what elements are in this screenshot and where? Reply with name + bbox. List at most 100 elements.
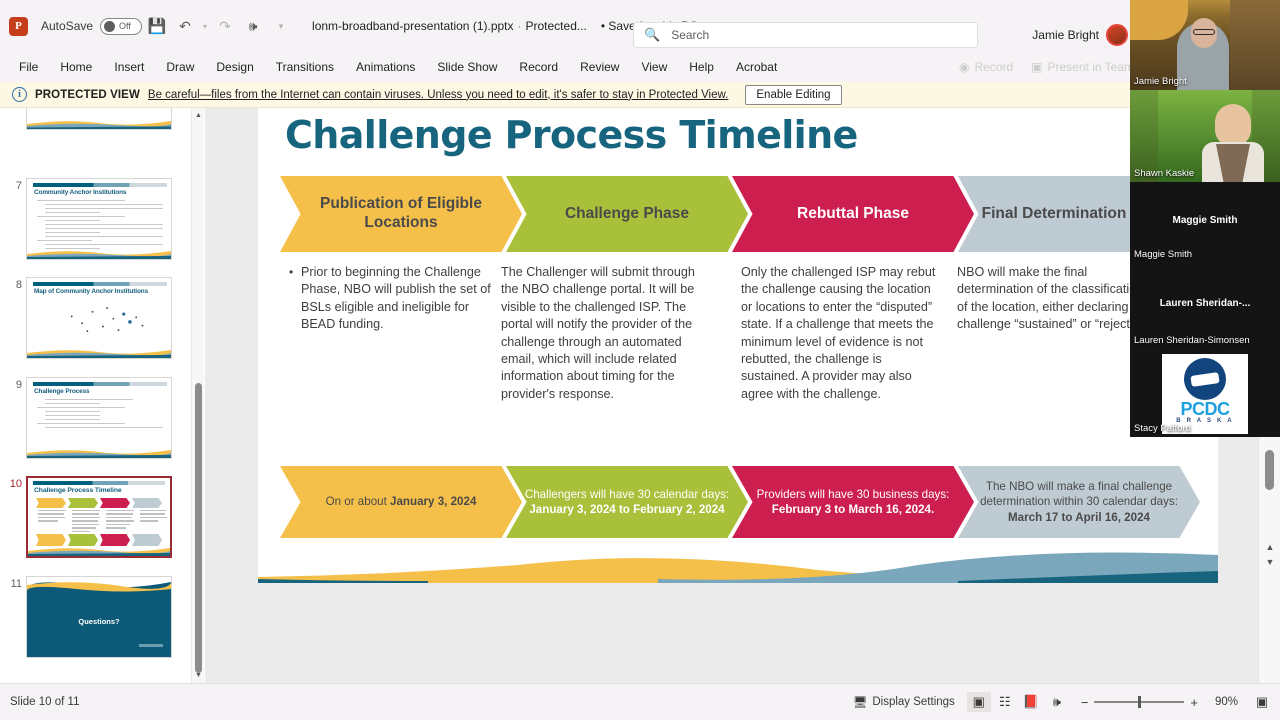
- display-settings-button[interactable]: 🖥 Display Settings: [853, 695, 955, 709]
- tab-review[interactable]: Review: [569, 52, 630, 82]
- thumb-number-10: 10: [9, 478, 22, 490]
- present-icon[interactable]: 🕪: [240, 13, 266, 39]
- tab-view[interactable]: View: [630, 52, 678, 82]
- tab-animations[interactable]: Animations: [345, 52, 426, 82]
- participant-name-stacy-pafford: Stacy Pafford: [1134, 423, 1191, 434]
- participant-center-name-maggie: Maggie Smith: [1172, 215, 1238, 226]
- list-item[interactable]: 9 Challenge Process: [0, 377, 172, 459]
- tab-acrobat[interactable]: Acrobat: [725, 52, 788, 82]
- participant-name-jamie-bright: Jamie Bright: [1134, 76, 1187, 87]
- participant-name-lauren-sheridan: Lauren Sheridan-Simonsen: [1134, 335, 1250, 346]
- fit-slide-icon[interactable]: ▣: [1250, 692, 1274, 712]
- next-slide-icon[interactable]: ▼: [1263, 557, 1277, 567]
- scrollbar-thumb[interactable]: [1265, 450, 1274, 490]
- date-chevron-1: On or about January 3, 2024: [280, 466, 522, 538]
- slide-thumbnail-10[interactable]: Challenge Process Timeline: [26, 476, 172, 558]
- thumb-body-col: [140, 510, 170, 524]
- ribbon-tabs: File Home Insert Draw Design Transitions…: [0, 52, 1280, 82]
- save-icon[interactable]: 💾: [144, 13, 170, 39]
- slide-counter[interactable]: Slide 10 of 11: [10, 696, 79, 708]
- present-in-teams-button[interactable]: ▣ Present in Teams: [1031, 60, 1140, 74]
- date-bold-3: February 3 to March 16, 2024.: [771, 503, 935, 516]
- slide-thumbnail-8[interactable]: Map of Community Anchor Institutions: [26, 277, 172, 359]
- normal-view-icon[interactable]: ▣: [966, 692, 991, 712]
- undo-dropdown-icon[interactable]: ▾: [200, 13, 210, 39]
- scroll-down-icon[interactable]: ▼: [195, 672, 202, 679]
- slide-sorter-icon[interactable]: ☷: [993, 692, 1017, 712]
- zoom-slider[interactable]: − +: [1081, 695, 1198, 710]
- thumb-body-col: [38, 510, 68, 524]
- thumb-number-7: 7: [15, 180, 22, 192]
- search-input[interactable]: 🔍 Search: [633, 22, 978, 48]
- redo-icon[interactable]: ↷: [212, 13, 238, 39]
- status-bar-right: 🖥 Display Settings ▣ ☷ 📕 🕪 − + 90% ▣: [853, 692, 1274, 712]
- tab-draw[interactable]: Draw: [155, 52, 205, 82]
- participant-tile-lauren-sheridan[interactable]: Lauren Sheridan-... Lauren Sheridan-Simo…: [1130, 267, 1280, 352]
- phase-label-3: Rebuttal Phase: [797, 204, 909, 222]
- zoom-knob[interactable]: [1138, 696, 1142, 709]
- participant-tile-stacy-pafford[interactable]: PCDC B R A S K A Stacy Pafford: [1130, 352, 1280, 437]
- scroll-up-icon[interactable]: ▲: [195, 112, 202, 119]
- thumb-number-8: 8: [15, 279, 22, 291]
- tab-design[interactable]: Design: [205, 52, 264, 82]
- phase-description-4-text: NBO will make the final determination of…: [957, 265, 1152, 332]
- slideshow-icon[interactable]: 🕪: [1045, 692, 1069, 712]
- slide-thumbnail-7[interactable]: Community Anchor Institutions: [26, 178, 172, 260]
- tab-insert[interactable]: Insert: [103, 52, 155, 82]
- current-slide[interactable]: Challenge Process Timeline Publication o…: [258, 108, 1218, 583]
- participant-tile-jamie-bright[interactable]: Jamie Bright: [1130, 0, 1280, 90]
- ribbon-right-actions: ◉ Record ▣ Present in Teams: [959, 52, 1140, 82]
- tab-slide-show[interactable]: Slide Show: [426, 52, 508, 82]
- thumb-map-graphic: [53, 298, 157, 344]
- slide-editing-area[interactable]: Challenge Process Timeline Publication o…: [205, 108, 1280, 683]
- date-label-2: Challengers will have 30 calendar days: …: [506, 487, 748, 518]
- list-item[interactable]: 8 Map of Community Anchor Institutions: [0, 277, 172, 359]
- list-item[interactable]: 10 Challenge Process Timeline: [0, 476, 172, 558]
- enable-editing-button[interactable]: Enable Editing: [745, 84, 842, 105]
- reading-view-icon[interactable]: 📕: [1019, 692, 1043, 712]
- slide-thumbnail-pane[interactable]: 7 Community Anchor Institutions 8 Map of…: [0, 108, 205, 683]
- tab-home[interactable]: Home: [49, 52, 103, 82]
- scrollbar-thumb[interactable]: [195, 383, 202, 673]
- zoom-in-button[interactable]: +: [1190, 695, 1198, 710]
- thumb-chevron-row-top: [36, 498, 162, 508]
- date-bold-2: January 3, 2024 to February 2, 2024: [529, 503, 725, 516]
- tab-help[interactable]: Help: [678, 52, 725, 82]
- tab-transitions[interactable]: Transitions: [265, 52, 345, 82]
- thumb-title-11: Questions?: [78, 617, 120, 626]
- thumb-wave: [28, 548, 170, 556]
- previous-slide-icon[interactable]: ▲: [1263, 542, 1277, 552]
- record-button[interactable]: ◉ Record: [959, 60, 1013, 74]
- avatar[interactable]: [1106, 24, 1128, 46]
- participant-tile-shawn-kaskie[interactable]: Shawn Kaskie: [1130, 90, 1280, 182]
- document-title[interactable]: lonm-broadband-presentation (1).pptx · Pro…: [312, 19, 587, 33]
- pcdc-logo-text: PCDC: [1180, 399, 1230, 419]
- account-area[interactable]: Jamie Bright: [1032, 24, 1128, 46]
- video-participants-panel[interactable]: Jamie Bright Shawn Kaskie Maggie Smith M…: [1130, 0, 1280, 437]
- tab-record[interactable]: Record: [508, 52, 569, 82]
- slide-thumbnail-9[interactable]: Challenge Process: [26, 377, 172, 459]
- list-item[interactable]: 7 Community Anchor Institutions: [0, 178, 172, 260]
- thumb-wave: [27, 121, 171, 129]
- list-item[interactable]: 11 Questions?: [0, 576, 172, 658]
- zoom-level[interactable]: 90%: [1210, 696, 1238, 708]
- record-icon: ◉: [958, 60, 970, 74]
- slide-thumbnail-11[interactable]: Questions?: [26, 576, 172, 658]
- thumb-number-11: 11: [10, 578, 22, 590]
- undo-icon[interactable]: ↶: [172, 13, 198, 39]
- tab-file[interactable]: File: [8, 52, 49, 82]
- thumb-title-10: Challenge Process Timeline: [34, 487, 122, 494]
- thumbnail-scrollbar[interactable]: ▲ ▼: [191, 108, 204, 683]
- zoom-track[interactable]: [1094, 696, 1185, 709]
- date-chevron-2: Challengers will have 30 calendar days: …: [506, 466, 748, 538]
- slide-thumbnail-partial[interactable]: [26, 108, 172, 130]
- slide-scrollbar[interactable]: ▲ ▼: [1258, 437, 1280, 683]
- glasses-icon: [1193, 29, 1215, 35]
- thumb-title-8: Map of Community Anchor Institutions: [34, 288, 149, 295]
- participant-tile-maggie-smith[interactable]: Maggie Smith Maggie Smith: [1130, 182, 1280, 267]
- zoom-out-button[interactable]: −: [1081, 695, 1089, 710]
- display-settings-icon: 🖥: [852, 697, 868, 709]
- customize-quick-access-icon[interactable]: ▾: [268, 13, 294, 39]
- document-name: lonm-broadband-presentation (1).pptx: [312, 19, 514, 33]
- autosave-toggle[interactable]: Off: [100, 17, 143, 35]
